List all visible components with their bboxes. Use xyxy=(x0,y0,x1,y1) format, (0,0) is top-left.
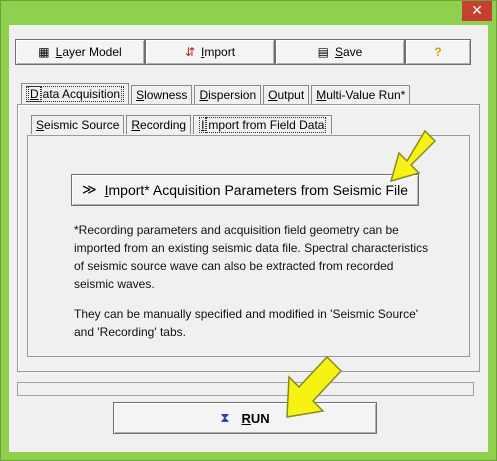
app-window: ✕ ▦ Layer Model ⇵ Import ▤ Save ? Data A… xyxy=(0,0,497,461)
tab-recording[interactable]: Recording xyxy=(126,115,192,134)
pointer-arrow-icon xyxy=(389,129,437,183)
save-label: Save xyxy=(334,45,363,59)
description-paragraph-2: They can be manually specified and modif… xyxy=(74,307,419,339)
run-label: RUN xyxy=(241,410,270,426)
client-area: ▦ Layer Model ⇵ Import ▤ Save ? Data Acq… xyxy=(9,25,488,452)
layer-model-label: Layer Model xyxy=(55,45,122,59)
progress-bar xyxy=(17,382,474,396)
import-icon: ⇵ xyxy=(184,45,196,59)
import-acquisition-parameters-button[interactable]: ≫ Import* Acquisition Parameters from Se… xyxy=(71,174,419,206)
main-tabs: Data Acquisition Slowness Dispersion Out… xyxy=(21,83,412,105)
save-icon: ▤ xyxy=(317,45,329,59)
import-label: Import xyxy=(201,45,236,59)
import-acquisition-label: Import* Acquisition Parameters from Seis… xyxy=(104,182,409,198)
title-bar[interactable]: ✕ xyxy=(1,1,496,23)
description-paragraph-1: *Recording parameters and acquisition fi… xyxy=(74,223,429,291)
import-description: *Recording parameters and acquisition fi… xyxy=(74,221,434,353)
tab-import-from-field-data[interactable]: Import from Field Data xyxy=(193,115,333,134)
close-button[interactable]: ✕ xyxy=(462,1,492,21)
tab-dispersion[interactable]: Dispersion xyxy=(194,85,262,104)
layer-model-button[interactable]: ▦ Layer Model xyxy=(15,39,145,65)
hourglass-icon: ⧗ xyxy=(220,410,230,426)
seismic-wave-icon: ≫ xyxy=(81,182,97,198)
tab-multi-value-run[interactable]: Multi-Value Run* xyxy=(311,85,411,104)
close-icon: ✕ xyxy=(471,3,483,19)
save-button[interactable]: ▤ Save xyxy=(275,39,405,65)
tab-slowness[interactable]: Slowness xyxy=(131,85,193,104)
tab-output[interactable]: Output xyxy=(263,85,310,104)
sub-tabs: Seismic Source Recording Import from Fie… xyxy=(31,115,334,135)
tab-data-acquisition[interactable]: Data Acquisition xyxy=(21,83,130,104)
import-button[interactable]: ⇵ Import xyxy=(145,39,275,65)
tab-seismic-source[interactable]: Seismic Source xyxy=(31,115,125,134)
layer-model-icon: ▦ xyxy=(38,45,50,59)
help-button[interactable]: ? xyxy=(405,39,471,65)
pointer-arrow-icon xyxy=(286,355,343,418)
help-icon: ? xyxy=(434,45,442,59)
